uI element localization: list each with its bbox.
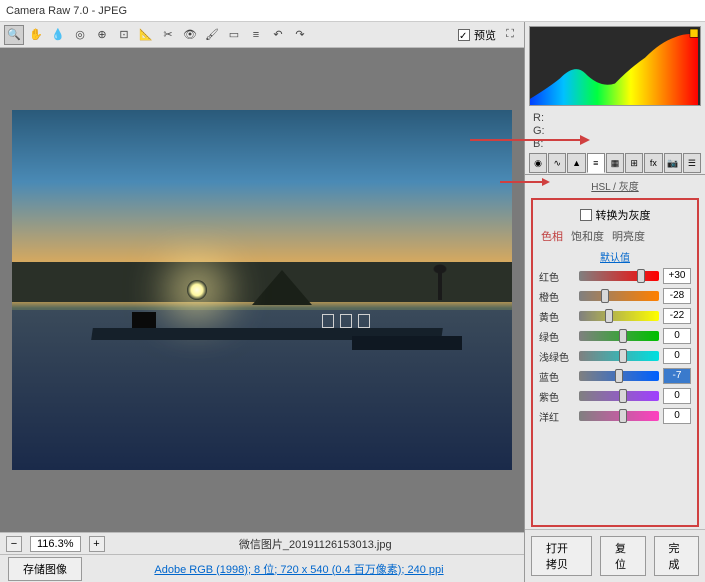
slider-track[interactable] <box>579 371 659 381</box>
tab-saturation[interactable]: 饱和度 <box>571 228 604 244</box>
toolbar: 🔍 ✋ 💧 ◎ ⊕ ⊡ 📐 ✂ 👁 🖌 ▭ ≡ ↶ ↷ 预览 ⛶ <box>0 22 524 48</box>
slider-track[interactable] <box>579 271 659 281</box>
slider-thumb[interactable] <box>615 369 623 383</box>
slider-row-7: 洋红 0 <box>537 407 693 425</box>
slider-value[interactable]: 0 <box>663 388 691 404</box>
fullscreen-icon[interactable]: ⛶ <box>500 25 520 45</box>
slider-label: 绿色 <box>539 329 575 344</box>
tab-lens-icon[interactable]: ⊞ <box>625 153 643 173</box>
slider-row-4: 浅绿色 0 <box>537 347 693 365</box>
preview-label: 预览 <box>474 27 496 43</box>
target-adjust-icon[interactable]: ⊕ <box>92 25 112 45</box>
slider-value[interactable]: 0 <box>663 348 691 364</box>
slider-label: 浅绿色 <box>539 349 575 364</box>
histogram[interactable] <box>529 26 701 106</box>
rotate-ccw-icon[interactable]: ↶ <box>268 25 288 45</box>
slider-track[interactable] <box>579 331 659 341</box>
tab-luminance[interactable]: 明亮度 <box>612 228 645 244</box>
slider-value[interactable]: -7 <box>663 368 691 384</box>
rotate-cw-icon[interactable]: ↷ <box>290 25 310 45</box>
tab-hue[interactable]: 色相 <box>541 228 563 244</box>
title-bar: Camera Raw 7.0 - JPEG <box>0 0 705 22</box>
slider-thumb[interactable] <box>619 389 627 403</box>
default-values-link[interactable]: 默认值 <box>537 246 693 267</box>
slider-label: 蓝色 <box>539 369 575 384</box>
slider-label: 红色 <box>539 269 575 284</box>
tab-curve-icon[interactable]: ∿ <box>548 153 566 173</box>
slider-label: 紫色 <box>539 389 575 404</box>
adjustment-brush-icon[interactable]: 🖌 <box>202 25 222 45</box>
tab-presets-icon[interactable]: ☰ <box>683 153 701 173</box>
slider-thumb[interactable] <box>637 269 645 283</box>
open-copy-button[interactable]: 打开拷贝 <box>531 536 592 576</box>
reset-button[interactable]: 复位 <box>600 536 646 576</box>
tab-hsl-icon[interactable]: ≡ <box>587 153 605 173</box>
color-sampler-icon[interactable]: ◎ <box>70 25 90 45</box>
grayscale-checkbox[interactable] <box>580 209 592 221</box>
tab-detail-icon[interactable]: ▲ <box>567 153 585 173</box>
canvas-area[interactable] <box>0 48 524 532</box>
slider-row-6: 紫色 0 <box>537 387 693 405</box>
bottom-bar: 存储图像 Adobe RGB (1998); 8 位; 720 x 540 (0… <box>0 554 524 582</box>
rgb-readout: R:G:B: <box>525 110 705 153</box>
slider-row-0: 红色 +30 <box>537 267 693 285</box>
slider-label: 洋红 <box>539 409 575 424</box>
slider-value[interactable]: 0 <box>663 328 691 344</box>
spot-removal-icon[interactable]: ✂ <box>158 25 178 45</box>
filename-label: 微信图片_20191126153013.jpg <box>113 536 519 552</box>
slider-value[interactable]: -22 <box>663 308 691 324</box>
hand-tool-icon[interactable]: ✋ <box>26 25 46 45</box>
crop-tool-icon[interactable]: ⊡ <box>114 25 134 45</box>
done-button[interactable]: 完成 <box>654 536 700 576</box>
preview-checkbox[interactable] <box>458 29 470 41</box>
slider-track[interactable] <box>579 411 659 421</box>
slider-label: 黄色 <box>539 309 575 324</box>
zoom-out-button[interactable]: − <box>6 536 22 552</box>
straighten-icon[interactable]: 📐 <box>136 25 156 45</box>
slider-track[interactable] <box>579 311 659 321</box>
slider-thumb[interactable] <box>619 409 627 423</box>
tab-camera-icon[interactable]: 📷 <box>664 153 682 173</box>
slider-row-3: 绿色 0 <box>537 327 693 345</box>
slider-thumb[interactable] <box>619 349 627 363</box>
slider-track[interactable] <box>579 291 659 301</box>
slider-thumb[interactable] <box>619 329 627 343</box>
window-title: Camera Raw 7.0 - JPEG <box>6 5 127 17</box>
slider-row-2: 黄色 -22 <box>537 307 693 325</box>
status-bar: − 116.3% + 微信图片_20191126153013.jpg <box>0 532 524 554</box>
adjustment-panel-tabs: ◉ ∿ ▲ ≡ ▦ ⊞ fx 📷 ☰ <box>525 153 705 175</box>
grayscale-label: 转换为灰度 <box>596 207 651 223</box>
zoom-tool-icon[interactable]: 🔍 <box>4 25 24 45</box>
slider-value[interactable]: -28 <box>663 288 691 304</box>
slider-value[interactable]: 0 <box>663 408 691 424</box>
hsl-panel: 转换为灰度 色相 饱和度 明亮度 默认值 红色 +30 橙色 -28 黄色 -22 绿… <box>531 198 699 527</box>
tab-split-icon[interactable]: ▦ <box>606 153 624 173</box>
slider-row-5: 蓝色 -7 <box>537 367 693 385</box>
slider-value[interactable]: +30 <box>663 268 691 284</box>
tab-fx-icon[interactable]: fx <box>644 153 662 173</box>
slider-thumb[interactable] <box>605 309 613 323</box>
zoom-in-button[interactable]: + <box>89 536 105 552</box>
photo-preview <box>12 110 512 470</box>
zoom-level[interactable]: 116.3% <box>30 536 81 552</box>
slider-track[interactable] <box>579 391 659 401</box>
metadata-link[interactable]: Adobe RGB (1998); 8 位; 720 x 540 (0.4 百万… <box>82 561 516 577</box>
slider-label: 橙色 <box>539 289 575 304</box>
save-image-button[interactable]: 存储图像 <box>8 557 82 581</box>
tab-basic-icon[interactable]: ◉ <box>529 153 547 173</box>
redeye-icon[interactable]: 👁 <box>180 25 200 45</box>
prefs-icon[interactable]: ≡ <box>246 25 266 45</box>
panel-title: HSL / 灰度 <box>525 175 705 196</box>
slider-track[interactable] <box>579 351 659 361</box>
white-balance-icon[interactable]: 💧 <box>48 25 68 45</box>
graduated-filter-icon[interactable]: ▭ <box>224 25 244 45</box>
slider-thumb[interactable] <box>601 289 609 303</box>
slider-row-1: 橙色 -28 <box>537 287 693 305</box>
